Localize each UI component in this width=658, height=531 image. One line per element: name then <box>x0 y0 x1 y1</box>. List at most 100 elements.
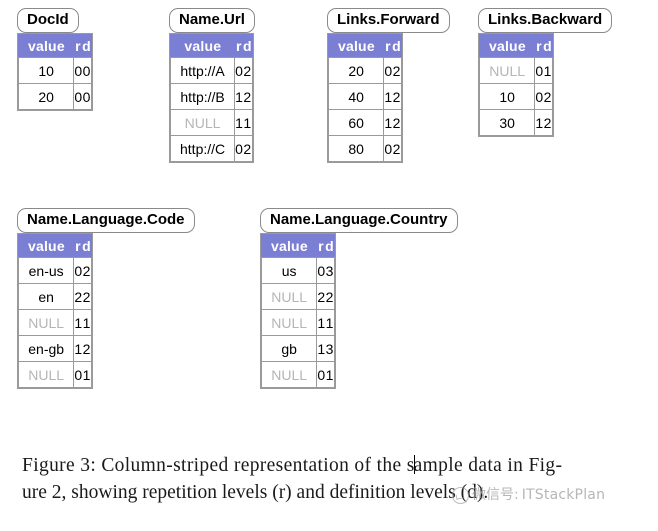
cell-value-null: NULL <box>260 283 318 310</box>
watermark-cn-text: 微信号: <box>472 487 519 503</box>
table-header-row: value r d <box>478 34 553 58</box>
table-header-row: value r d <box>169 34 253 58</box>
cell-value: http://A <box>169 57 236 84</box>
cell-definition-level: 2 <box>543 109 553 136</box>
column-header-d: d <box>242 34 253 58</box>
cell-repetition-level: 1 <box>383 83 393 110</box>
column-header-r: r <box>73 234 83 258</box>
table-row: NULL 1 1 <box>169 109 253 136</box>
table-grid: value r d 10 0 0 20 0 0 <box>17 33 93 111</box>
table-row: http://C 0 2 <box>169 135 253 162</box>
cell-repetition-level: 0 <box>234 57 243 84</box>
cell-repetition-level: 1 <box>234 109 243 136</box>
table-row: gb 1 3 <box>260 335 335 362</box>
column-header-r: r <box>234 34 243 58</box>
column-header-value: value <box>478 34 535 58</box>
cell-definition-level: 2 <box>543 83 553 110</box>
column-header-value: value <box>327 34 384 58</box>
column-header-value: value <box>260 234 317 258</box>
table-row: NULL 1 1 <box>17 309 92 336</box>
cell-definition-level: 2 <box>82 257 92 284</box>
table-title: DocId <box>17 8 79 33</box>
column-header-d: d <box>543 34 553 58</box>
cell-definition-level: 2 <box>242 57 253 84</box>
cell-definition-level: 2 <box>392 57 402 84</box>
cell-repetition-level: 2 <box>73 283 83 310</box>
cell-definition-level: 2 <box>325 283 335 310</box>
table-row: en 2 2 <box>17 283 92 310</box>
table-row: 30 1 2 <box>478 109 553 136</box>
cell-definition-level: 3 <box>325 257 335 284</box>
caption-line-1-part-b: ample data in Fig- <box>413 455 563 476</box>
cell-repetition-level: 2 <box>316 283 326 310</box>
table-row: 20 0 2 <box>327 57 402 84</box>
table-row: 10 0 2 <box>478 83 553 110</box>
cell-definition-level: 2 <box>392 83 402 110</box>
cell-definition-level: 2 <box>242 135 253 162</box>
cell-repetition-level: 0 <box>73 57 83 84</box>
cell-value: gb <box>260 335 318 362</box>
table-row: NULL 2 2 <box>260 283 335 310</box>
table-row: 10 0 0 <box>17 57 92 84</box>
caption-line-1-part-a: Figure 3: Column-striped representation … <box>22 455 415 476</box>
table-row: 40 1 2 <box>327 83 402 110</box>
cell-repetition-level: 1 <box>383 109 393 136</box>
cell-repetition-level: 0 <box>73 361 83 388</box>
cell-definition-level: 1 <box>82 309 92 336</box>
column-header-value: value <box>17 34 74 58</box>
table-row: 80 0 2 <box>327 135 402 162</box>
cell-repetition-level: 0 <box>534 83 544 110</box>
cell-value: en-us <box>17 257 75 284</box>
table-header-row: value r d <box>327 34 402 58</box>
cell-repetition-level: 1 <box>316 335 326 362</box>
cell-definition-level: 2 <box>242 83 253 110</box>
cell-definition-level: 2 <box>392 109 402 136</box>
column-header-d: d <box>392 34 402 58</box>
cell-repetition-level: 1 <box>73 335 83 362</box>
cell-value: 60 <box>327 109 385 136</box>
column-header-value: value <box>17 234 74 258</box>
cell-repetition-level: 1 <box>73 309 83 336</box>
column-header-d: d <box>82 234 92 258</box>
cell-definition-level: 2 <box>392 135 402 162</box>
column-header-r: r <box>316 234 326 258</box>
table-row: http://A 0 2 <box>169 57 253 84</box>
cell-definition-level: 0 <box>82 57 92 84</box>
cell-repetition-level: 0 <box>316 361 326 388</box>
cell-value: 30 <box>478 109 536 136</box>
cell-value-null: NULL <box>260 361 318 388</box>
cell-repetition-level: 0 <box>234 135 243 162</box>
cell-value-null: NULL <box>169 109 236 136</box>
cell-definition-level: 0 <box>82 83 92 110</box>
cell-repetition-level: 1 <box>234 83 243 110</box>
table-header-row: value r d <box>17 34 92 58</box>
column-header-d: d <box>82 34 92 58</box>
cell-value: 20 <box>327 57 385 84</box>
watermark: 微信号: ITStackPlan <box>452 486 605 504</box>
figure-column-striped-tables: DocId value r d 10 0 0 20 0 0 Name.Url value r d http:… <box>0 0 658 440</box>
cell-definition-level: 1 <box>325 309 335 336</box>
cell-definition-level: 2 <box>82 283 92 310</box>
table-header-row: value r d <box>17 234 92 258</box>
cell-definition-level: 1 <box>543 57 553 84</box>
cell-repetition-level: 0 <box>383 57 393 84</box>
table-grid: value r d us 0 3 NULL 2 2 NULL 1 1 gb 1 3 NULL 0 1 <box>260 233 336 389</box>
cell-definition-level: 3 <box>325 335 335 362</box>
cell-definition-level: 1 <box>242 109 253 136</box>
table-header-row: value r d <box>260 234 335 258</box>
cell-value-null: NULL <box>260 309 318 336</box>
table-grid: value r d NULL 0 1 10 0 2 30 1 2 <box>478 33 554 137</box>
table-grid: value r d en-us 0 2 en 2 2 NULL 1 1 en-gb 1 2 NULL 0 1 <box>17 233 93 389</box>
table-row: NULL 0 1 <box>17 361 92 388</box>
table-row: 20 0 0 <box>17 83 92 110</box>
column-header-value: value <box>169 34 235 58</box>
table-title: Name.Language.Country <box>260 208 458 233</box>
table-row: 60 1 2 <box>327 109 402 136</box>
cell-repetition-level: 1 <box>534 109 544 136</box>
table-row: us 0 3 <box>260 257 335 284</box>
cell-value: en-gb <box>17 335 75 362</box>
table-grid: value r d 20 0 2 40 1 2 60 1 2 80 0 2 <box>327 33 403 163</box>
cell-value-null: NULL <box>478 57 536 84</box>
cell-value: en <box>17 283 75 310</box>
cell-value: 20 <box>17 83 75 110</box>
